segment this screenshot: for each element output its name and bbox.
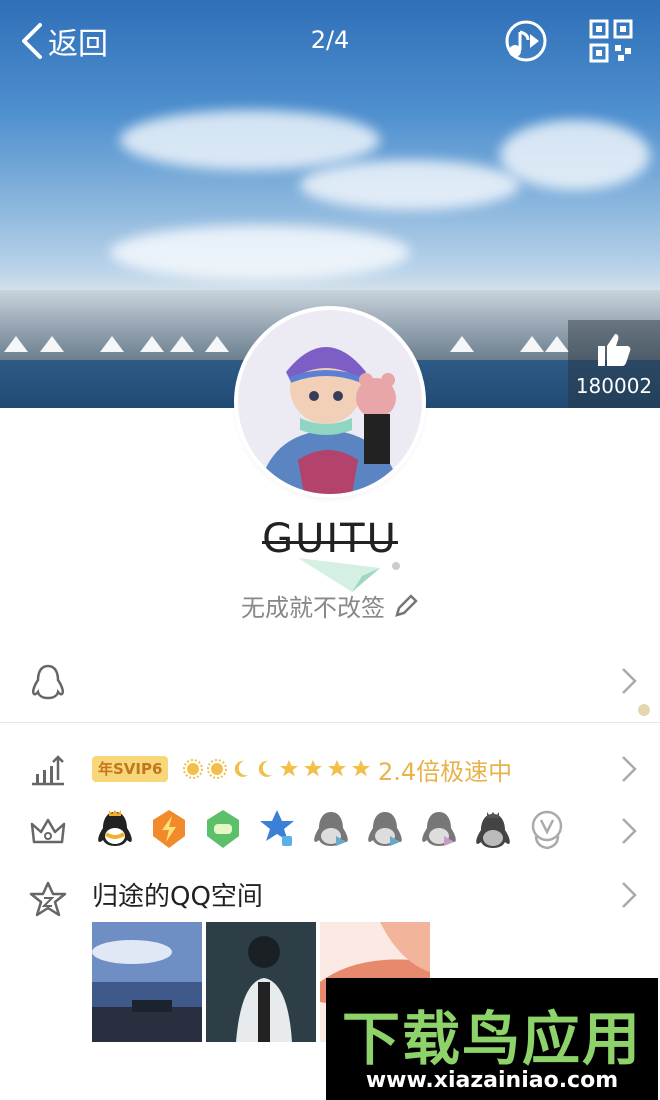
- music-note-icon: [505, 20, 547, 62]
- chevron-right-icon: [622, 668, 637, 694]
- level-chart-icon: [32, 755, 64, 786]
- signature-text: 无成就不改签: [241, 594, 385, 622]
- divider: [0, 722, 660, 723]
- pencil-icon[interactable]: [393, 593, 419, 619]
- penguin-gray-icon[interactable]: [308, 806, 354, 852]
- star-icon: [278, 758, 300, 780]
- lightning-icon[interactable]: [146, 806, 192, 852]
- qq-number-row[interactable]: [0, 640, 660, 724]
- tent: [205, 336, 229, 352]
- penguin-dark-icon[interactable]: [470, 806, 516, 852]
- watermark-url: www.xiazainiao.com: [365, 1068, 619, 1093]
- qq-vip-icon[interactable]: [92, 806, 138, 852]
- penguin-gray-icon[interactable]: [362, 806, 408, 852]
- qzone-photo[interactable]: [206, 922, 316, 1042]
- crown-icon: [30, 818, 66, 844]
- star-icon: [350, 758, 372, 780]
- star-zone-icon: [29, 881, 67, 917]
- tent: [170, 336, 194, 352]
- chevron-right-icon: [622, 882, 637, 908]
- cloud: [120, 110, 380, 170]
- qzone-title: 归途的QQ空间: [92, 882, 263, 912]
- chevron-right-icon: [622, 756, 637, 782]
- speed-status: 2.4倍极速中: [378, 758, 513, 786]
- dot-icon: [638, 704, 650, 716]
- nickname-strike: [262, 541, 398, 544]
- chevron-right-icon: [622, 818, 637, 844]
- signature-row[interactable]: 无成就不改签: [0, 588, 660, 623]
- service-icons: [92, 806, 570, 860]
- avatar[interactable]: [238, 310, 422, 494]
- game-icon[interactable]: [200, 806, 246, 852]
- moon-icon: [230, 758, 252, 780]
- services-row[interactable]: [0, 800, 660, 864]
- qq-penguin-icon: [31, 664, 65, 700]
- tent: [450, 336, 474, 352]
- tent: [100, 336, 124, 352]
- like-count: 180002: [575, 374, 653, 398]
- tent: [140, 336, 164, 352]
- moon-icon: [254, 758, 276, 780]
- cloud: [500, 120, 650, 190]
- tent: [4, 336, 28, 352]
- cloud: [110, 225, 410, 280]
- sun-icon: [206, 758, 228, 780]
- thumbs-up-icon: [598, 334, 631, 366]
- tent: [545, 336, 569, 352]
- music-button[interactable]: [500, 18, 550, 64]
- qr-code-icon: [589, 19, 633, 63]
- tent: [40, 336, 64, 352]
- penguin-gray-icon[interactable]: [416, 806, 462, 852]
- star-icon[interactable]: [254, 806, 300, 852]
- like-button[interactable]: 180002: [568, 320, 660, 408]
- star-icon: [326, 758, 348, 780]
- watermark-banner: 下载鸟应用 www.xiazainiao.com: [326, 978, 658, 1100]
- watermark-title: 下载鸟应用: [341, 1005, 642, 1073]
- level-icons: [182, 754, 372, 784]
- svip-badge: 年SVIP6: [92, 756, 169, 782]
- top-bar: 返回 2/4: [0, 0, 660, 80]
- vip-level-row[interactable]: 年SVIP6 2.4倍极速中: [0, 742, 660, 798]
- cloud: [300, 160, 520, 210]
- qr-code-button[interactable]: [588, 18, 634, 64]
- tent: [520, 336, 544, 352]
- music-v-icon[interactable]: [524, 806, 570, 852]
- qzone-photo[interactable]: [92, 922, 202, 1042]
- sun-icon: [182, 758, 204, 780]
- star-icon: [302, 758, 324, 780]
- page-counter: 2/4: [310, 26, 350, 54]
